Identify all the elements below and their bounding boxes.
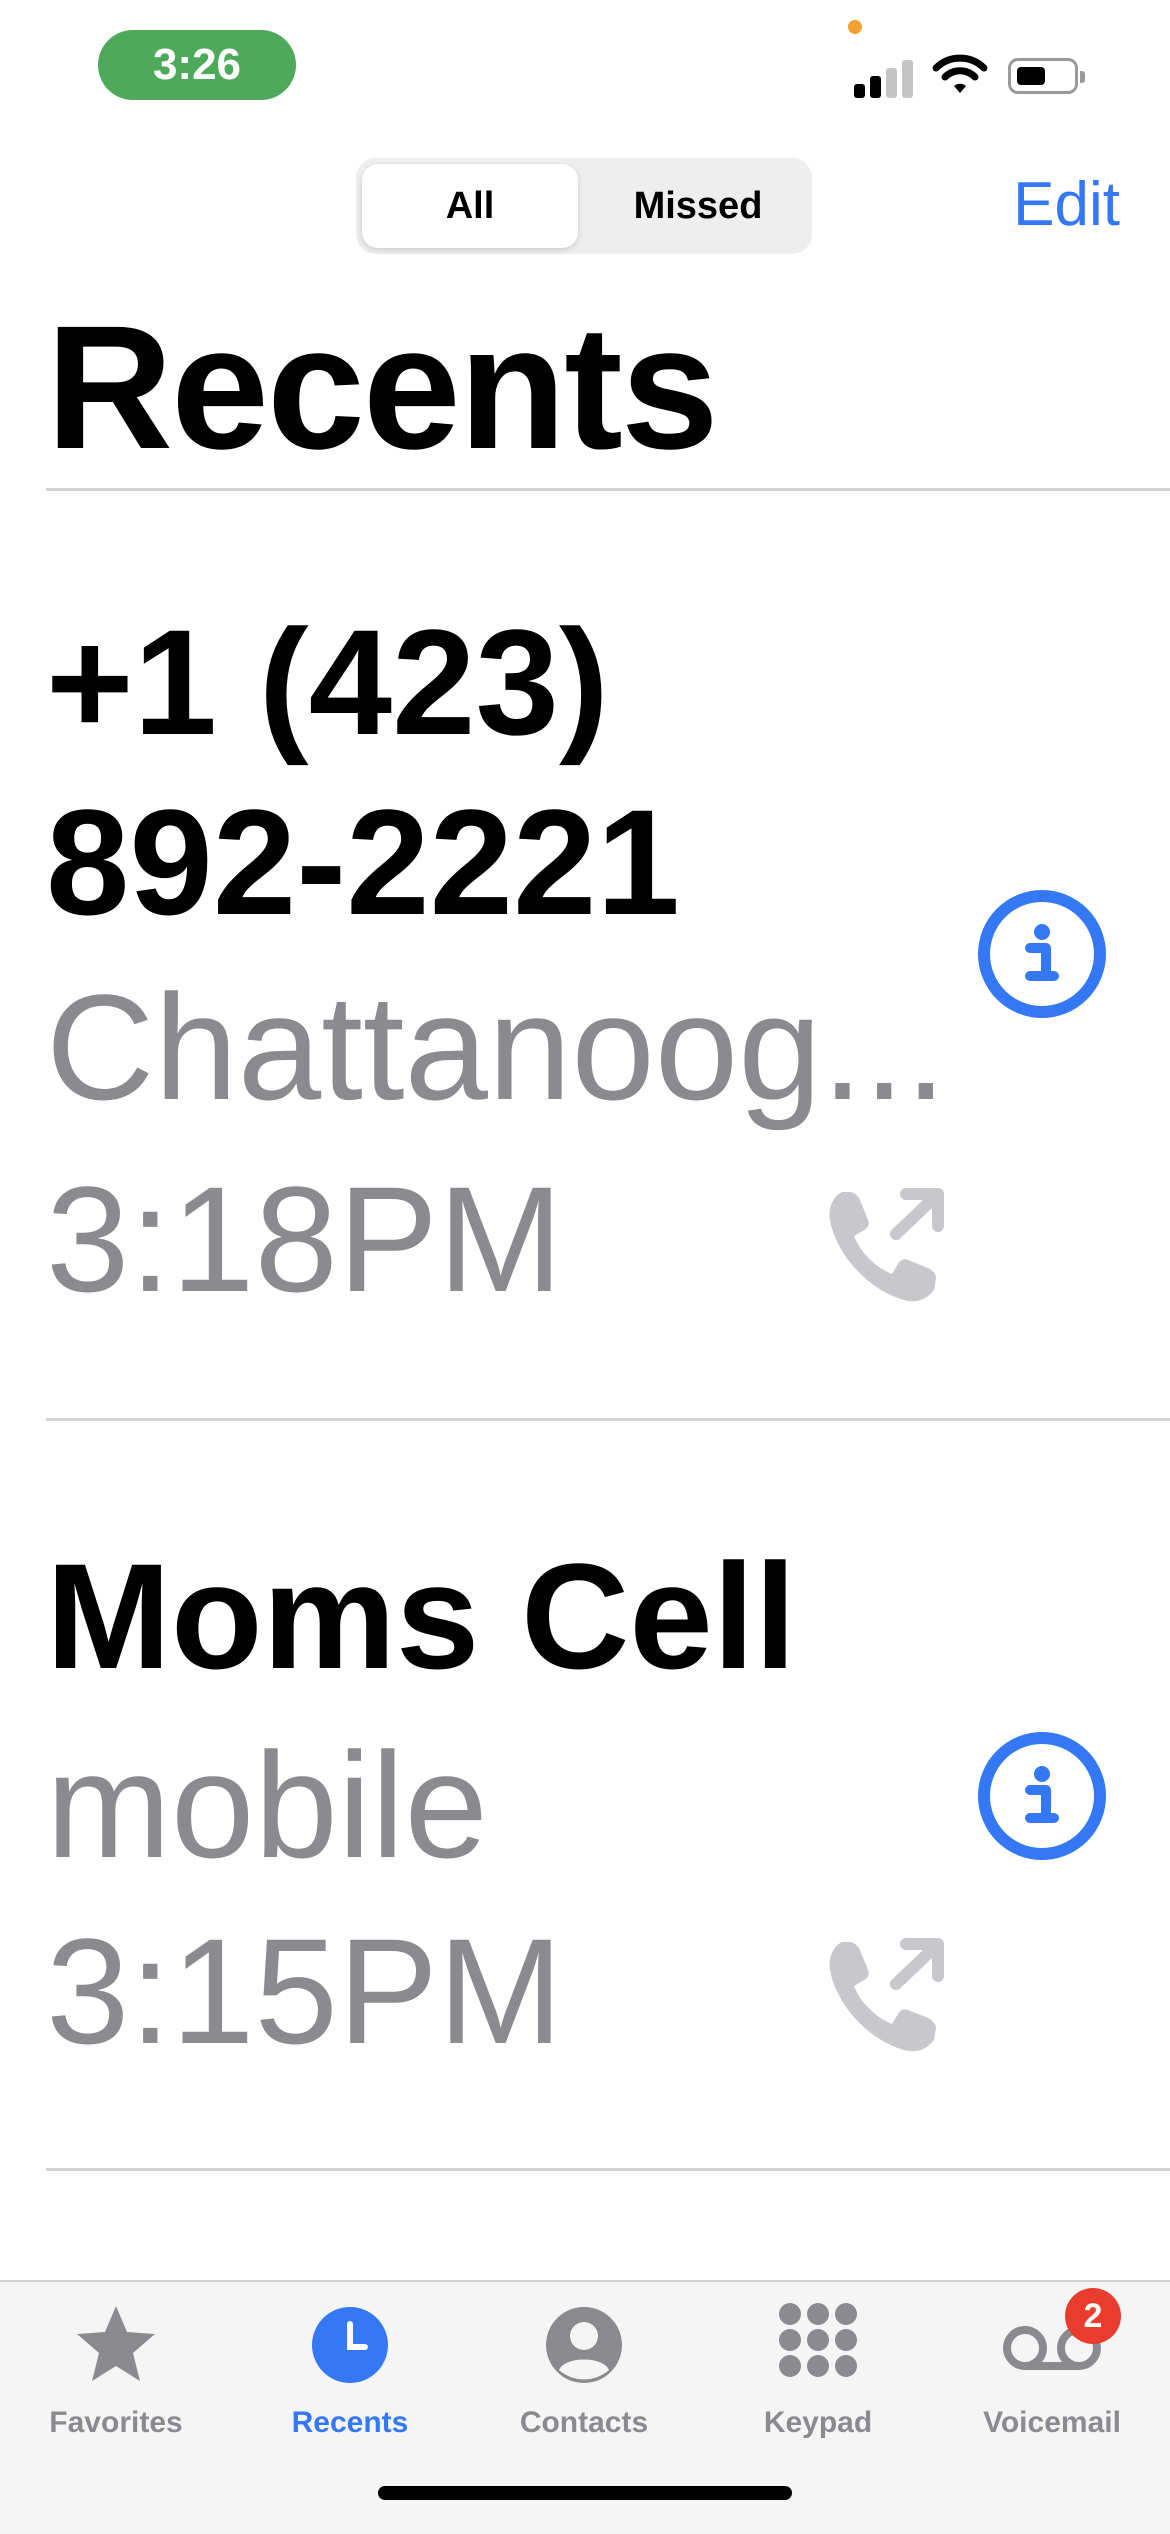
info-icon	[1025, 924, 1059, 981]
battery-icon	[1008, 58, 1085, 94]
edit-button[interactable]: Edit	[1013, 165, 1120, 245]
call-row[interactable]: Moms Cell mobile 3:15PM	[0, 1422, 1170, 2168]
outgoing-call-icon	[829, 1188, 944, 1302]
cellular-signal-icon	[854, 58, 916, 98]
tab-label: Favorites	[49, 2406, 183, 2439]
status-time: 3:26	[98, 30, 296, 100]
tab-favorites[interactable]: Favorites	[6, 2300, 226, 2440]
segment-missed[interactable]: Missed	[590, 164, 806, 248]
tab-label: Recents	[291, 2406, 409, 2439]
call-time: 3:15PM	[46, 1907, 563, 2075]
filter-segmented-control: All Missed	[356, 158, 812, 254]
clock-icon	[312, 2307, 388, 2383]
info-icon	[1025, 1766, 1059, 1823]
voicemail-badge: 2	[1065, 2288, 1121, 2344]
tab-keypad[interactable]: Keypad	[708, 2300, 928, 2440]
divider	[46, 1418, 1170, 1421]
tab-label: Keypad	[763, 2406, 873, 2439]
person-circle-icon	[546, 2307, 622, 2383]
caller-label: mobile	[46, 1721, 488, 1889]
privacy-indicator-dot	[848, 20, 862, 34]
outgoing-call-icon	[829, 1938, 944, 2052]
page-title: Recents	[46, 290, 719, 486]
tab-label: Contacts	[519, 2406, 649, 2439]
star-icon	[77, 2306, 155, 2381]
divider	[46, 2168, 1170, 2171]
call-info-button[interactable]	[978, 1732, 1106, 1860]
segment-all[interactable]: All	[362, 164, 578, 248]
tab-voicemail[interactable]: 2 Voicemail	[942, 2288, 1162, 2440]
caller-location: Chattanoog...	[46, 963, 947, 1131]
home-indicator[interactable]	[378, 2486, 792, 2500]
call-row[interactable]: +1 (423) 892-2221 Chattanoog... 3:18PM	[0, 492, 1170, 1418]
call-info-button[interactable]	[978, 890, 1106, 1018]
tab-label: Voicemail	[983, 2406, 1121, 2439]
tab-recents[interactable]: Recents	[240, 2300, 460, 2440]
tab-contacts[interactable]: Contacts	[474, 2300, 694, 2440]
call-time: 3:18PM	[46, 1155, 563, 1323]
keypad-icon	[779, 2303, 857, 2377]
caller-name: Moms Cell	[46, 1532, 797, 1700]
wifi-icon	[932, 54, 988, 93]
caller-name: +1 (423) 892-2221	[46, 598, 680, 946]
divider	[46, 488, 1170, 491]
